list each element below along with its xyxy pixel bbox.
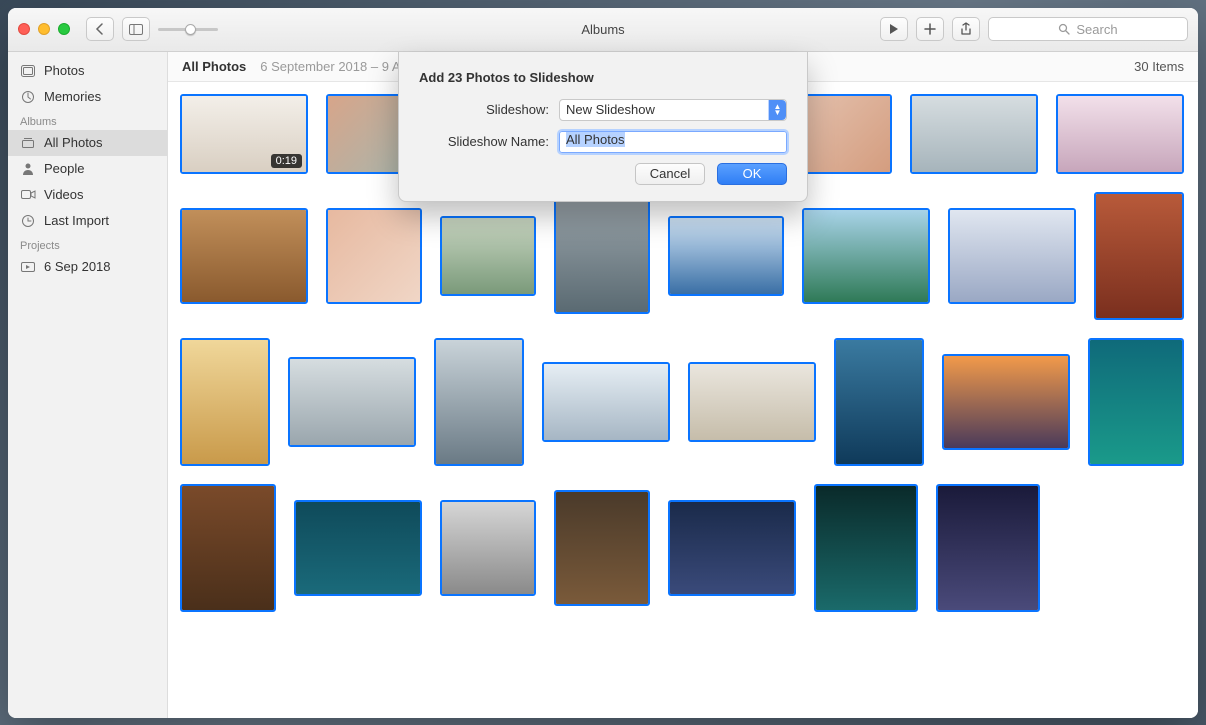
memories-icon (20, 89, 36, 105)
search-icon (1058, 23, 1070, 35)
zoom-window-button[interactable] (58, 23, 70, 35)
photo-thumbnail[interactable] (942, 354, 1070, 450)
ok-button-label: OK (743, 166, 762, 181)
sidebar-item-label: 6 Sep 2018 (44, 259, 111, 274)
search-placeholder: Search (1076, 22, 1117, 37)
duration-badge: 0:19 (271, 154, 302, 168)
photo-thumbnail[interactable] (542, 362, 670, 442)
sidebar-section-projects: Projects (8, 234, 167, 254)
photo-thumbnail[interactable] (814, 484, 918, 612)
photo-thumbnail[interactable]: 0:19 (180, 94, 308, 174)
sidebar-item-label: Photos (44, 63, 84, 78)
share-button[interactable] (952, 17, 980, 41)
photo-thumbnail[interactable] (288, 357, 416, 447)
photo-thumbnail[interactable] (180, 338, 270, 466)
photo-thumbnail[interactable] (802, 208, 930, 304)
sidebar-item-label: People (44, 161, 84, 176)
sidebar-icon (129, 24, 143, 35)
sidebar-section-albums: Albums (8, 110, 167, 130)
photo-thumbnail[interactable] (440, 500, 536, 596)
back-button[interactable] (86, 17, 114, 41)
sidebar-toggle-button[interactable] (122, 17, 150, 41)
slideshow-select-label: Slideshow: (419, 102, 549, 117)
window-controls (18, 23, 70, 35)
photo-thumbnail[interactable] (434, 338, 524, 466)
photo-thumbnail[interactable] (1088, 338, 1184, 466)
photo-thumbnail[interactable] (554, 490, 650, 606)
photo-thumbnail[interactable] (834, 338, 924, 466)
sidebar-item-memories[interactable]: Memories (8, 84, 167, 110)
thumbnail-zoom-slider[interactable] (158, 28, 218, 31)
titlebar: Albums Search (8, 8, 1198, 52)
sidebar-item-label: Memories (44, 89, 101, 104)
photo-thumbnail[interactable] (668, 216, 784, 296)
photo-thumbnail[interactable] (554, 198, 650, 314)
slideshow-name-input[interactable]: All Photos (559, 131, 787, 153)
sidebar-item-label: Videos (44, 187, 84, 202)
sidebar: Photos Memories Albums All Photos People (8, 52, 168, 718)
slideshow-icon (20, 259, 36, 275)
content-title: All Photos (182, 59, 246, 74)
sidebar-item-label: All Photos (44, 135, 103, 150)
sidebar-item-videos[interactable]: Videos (8, 182, 167, 208)
photo-thumbnail[interactable] (948, 208, 1076, 304)
photo-thumbnail[interactable] (326, 208, 422, 304)
photo-thumbnail[interactable] (180, 208, 308, 304)
photo-thumbnail[interactable] (440, 216, 536, 296)
minimize-window-button[interactable] (38, 23, 50, 35)
photo-thumbnail[interactable] (1094, 192, 1184, 320)
play-slideshow-button[interactable] (880, 17, 908, 41)
photo-thumbnail[interactable] (294, 500, 422, 596)
slideshow-name-label: Slideshow Name: (419, 134, 549, 149)
sidebar-item-all-photos[interactable]: All Photos (8, 130, 167, 156)
chevron-left-icon (95, 23, 105, 35)
photo-thumbnail[interactable] (910, 94, 1038, 174)
sidebar-item-photos[interactable]: Photos (8, 58, 167, 84)
slideshow-name-value: All Photos (566, 132, 625, 147)
play-icon (889, 23, 899, 35)
sidebar-item-people[interactable]: People (8, 156, 167, 182)
content-item-count: 30 Items (1134, 59, 1184, 74)
cancel-button-label: Cancel (650, 166, 690, 181)
photo-thumbnail[interactable] (1056, 94, 1184, 174)
dialog-title: Add 23 Photos to Slideshow (419, 70, 787, 85)
sidebar-item-project[interactable]: 6 Sep 2018 (8, 254, 167, 280)
slideshow-select-value: New Slideshow (566, 102, 655, 117)
photo-thumbnail[interactable] (688, 362, 816, 442)
add-button[interactable] (916, 17, 944, 41)
plus-icon (924, 23, 936, 35)
share-icon (960, 22, 972, 36)
cancel-button[interactable]: Cancel (635, 163, 705, 185)
add-to-slideshow-dialog: Add 23 Photos to Slideshow Slideshow: Ne… (398, 52, 808, 202)
photos-icon (20, 63, 36, 79)
slideshow-select[interactable]: New Slideshow ▲▼ (559, 99, 787, 121)
stack-icon (20, 135, 36, 151)
person-icon (20, 161, 36, 177)
sidebar-item-label: Last Import (44, 213, 109, 228)
search-input[interactable]: Search (988, 17, 1188, 41)
sidebar-item-last-import[interactable]: Last Import (8, 208, 167, 234)
photo-thumbnail[interactable] (936, 484, 1040, 612)
video-icon (20, 187, 36, 203)
close-window-button[interactable] (18, 23, 30, 35)
photo-thumbnail[interactable] (668, 500, 796, 596)
clock-icon (20, 213, 36, 229)
photo-thumbnail[interactable] (180, 484, 276, 612)
chevron-updown-icon: ▲▼ (768, 100, 786, 120)
ok-button[interactable]: OK (717, 163, 787, 185)
app-window: Albums Search Photos (8, 8, 1198, 718)
